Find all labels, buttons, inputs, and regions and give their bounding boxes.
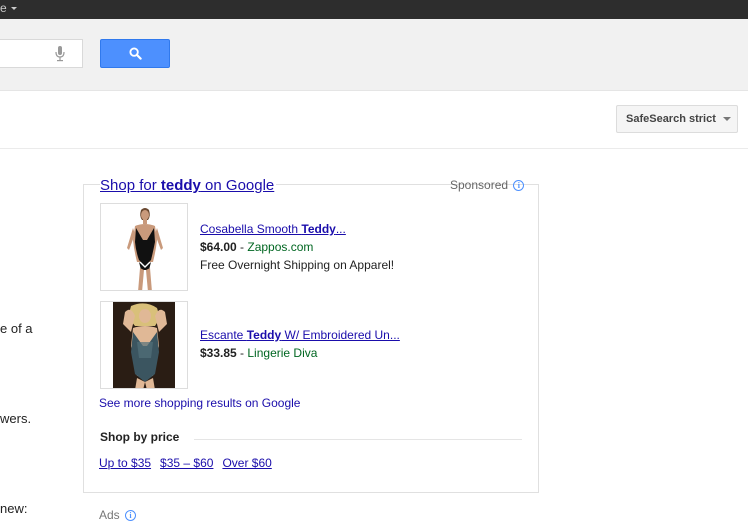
shopping-ads-box: Shop for teddy on Google Sponsored i Cos… [83, 177, 539, 493]
product-title-suffix: ... [335, 222, 346, 236]
product-title-bold: Teddy [301, 222, 336, 236]
product-title-link[interactable]: Cosabella Smooth Teddy... [200, 222, 346, 236]
price-separator: - [236, 346, 248, 360]
search-button[interactable] [100, 39, 170, 68]
result-snippet-fragment: e of a [0, 321, 33, 336]
product-price: $64.00 [200, 240, 237, 254]
product-listing: Cosabella Smooth Teddy... $64.00 - Zappo… [200, 220, 394, 274]
search-header [0, 19, 748, 91]
shop-by-price-heading: Shop by price [100, 430, 180, 444]
shopping-title-query: teddy [160, 177, 201, 194]
product-image[interactable] [100, 203, 188, 291]
chevron-down-icon [723, 117, 731, 121]
microphone-icon[interactable] [55, 46, 65, 62]
divider [194, 439, 522, 440]
product-title-prefix: Escante [200, 328, 247, 342]
product-image[interactable] [100, 301, 188, 389]
product-photo-lace-teddy [101, 302, 187, 388]
result-snippet-fragment: new: [0, 501, 28, 516]
info-icon[interactable]: i [513, 180, 525, 192]
dropdown-caret-icon [10, 7, 17, 11]
product-title-prefix: Cosabella Smooth [200, 222, 302, 236]
sponsored-label: Sponsored i [450, 178, 525, 192]
safesearch-label: SafeSearch strict [626, 113, 716, 125]
ads-label: Ads i [99, 508, 137, 522]
safesearch-button[interactable]: SafeSearch strict [616, 105, 738, 133]
product-listing: Escante Teddy W/ Embroidered Un... $33.8… [200, 326, 400, 362]
product-title-bold: Teddy [246, 328, 282, 342]
product-seller: Zappos.com [247, 240, 314, 254]
shopping-title-suffix: on Google [200, 177, 275, 194]
product-title-suffix: W/ Embroidered Un... [281, 328, 400, 342]
result-snippet-fragment: wers. [0, 411, 32, 426]
product-note: Free Overnight Shipping on Apparel! [200, 258, 395, 272]
shopping-title-prefix: Shop for [100, 177, 161, 194]
tools-row: SafeSearch strict [0, 92, 748, 149]
see-more-shopping-link[interactable]: See more shopping results on Google [99, 396, 300, 410]
more-menu-label: e [0, 1, 7, 15]
price-range-link[interactable]: $35 – $60 [160, 456, 213, 470]
sponsored-text: Sponsored [450, 178, 509, 192]
info-icon[interactable]: i [125, 510, 137, 522]
search-input[interactable] [0, 39, 83, 68]
product-title-link[interactable]: Escante Teddy W/ Embroidered Un... [200, 328, 400, 342]
more-menu[interactable]: e [0, 1, 17, 15]
price-range-links: Up to $35 $35 – $60 Over $60 [99, 456, 281, 470]
search-icon [129, 47, 142, 60]
shopping-title-link[interactable]: Shop for teddy on Google [100, 177, 277, 194]
price-range-link[interactable]: Up to $35 [99, 456, 151, 470]
product-price: $33.85 [200, 346, 237, 360]
ads-text: Ads [99, 508, 120, 522]
price-separator: - [236, 240, 248, 254]
price-range-link[interactable]: Over $60 [222, 456, 271, 470]
product-photo-black-teddy [101, 204, 187, 290]
top-bar: e [0, 0, 748, 19]
product-seller: Lingerie Diva [247, 346, 318, 360]
